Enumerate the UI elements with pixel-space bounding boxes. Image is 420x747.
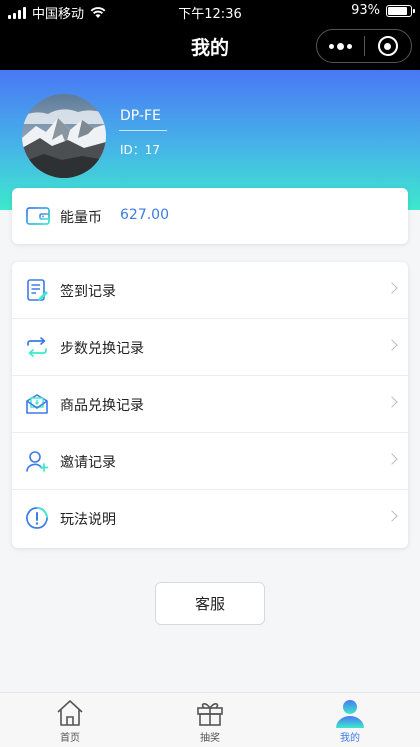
menu-item-invite-record[interactable]: 邀请记录 <box>12 433 408 490</box>
chevron-right-icon <box>386 510 398 522</box>
energy-coin-value: 627.00 <box>120 207 169 223</box>
wallet-icon <box>26 207 50 225</box>
tab-label: 我的 <box>340 733 360 744</box>
menu-item-label: 玩法说明 <box>60 512 116 528</box>
battery-percent: 93% <box>351 3 380 18</box>
close-miniprogram-button[interactable] <box>365 36 412 56</box>
menu-item-label: 步数兑换记录 <box>60 341 144 357</box>
tab-lottery[interactable]: 抽奖 <box>140 693 280 747</box>
battery-icon <box>386 4 415 17</box>
exchange-arrows-icon <box>27 337 47 357</box>
menu-item-goods-exchange-record[interactable]: 商品兑换记录 <box>12 376 408 433</box>
menu-item-label: 签到记录 <box>60 284 116 300</box>
status-right: 93% <box>351 3 415 18</box>
menu-item-checkin-record[interactable]: 签到记录 <box>12 262 408 319</box>
target-circle-icon <box>377 36 398 56</box>
username: DP-FE <box>120 108 161 124</box>
bottom-tab-bar: 首页 抽奖 我的 <box>0 692 420 747</box>
tab-home[interactable]: 首页 <box>0 693 140 747</box>
chevron-right-icon <box>386 282 398 294</box>
chevron-right-icon <box>386 453 398 465</box>
menu-card: 签到记录 步数兑换记录 商品兑换记录 邀请记录 玩法说明 <box>12 262 408 548</box>
menu-item-rules[interactable]: 玩法说明 <box>12 490 408 547</box>
menu-item-label: 邀请记录 <box>60 455 116 471</box>
checkin-record-icon <box>27 279 48 301</box>
status-bar: 中国移动 下午12:36 93% <box>0 0 420 22</box>
menu-item-step-exchange-record[interactable]: 步数兑换记录 <box>12 319 408 376</box>
menu-item-label: 商品兑换记录 <box>60 398 144 414</box>
chevron-right-icon <box>386 339 398 351</box>
nav-bar: 我的 <box>0 22 420 70</box>
energy-coin-card[interactable]: 能量币 627.00 <box>12 188 408 244</box>
more-menu-button[interactable] <box>317 42 364 50</box>
chevron-right-icon <box>386 396 398 408</box>
tab-profile[interactable]: 我的 <box>280 693 420 747</box>
miniprogram-capsule <box>316 29 412 63</box>
avatar-mountain-image <box>22 94 106 178</box>
mail-envelope-icon <box>26 394 48 414</box>
tab-label: 首页 <box>60 733 80 744</box>
profile-icon <box>336 700 364 728</box>
energy-coin-label: 能量币 <box>60 210 102 226</box>
tab-label: 抽奖 <box>200 733 220 744</box>
customer-service-button[interactable]: 客服 <box>155 582 265 625</box>
avatar[interactable] <box>22 94 106 178</box>
user-id: ID：17 <box>120 143 161 157</box>
home-icon <box>57 700 83 726</box>
info-exclamation-icon <box>26 507 48 529</box>
profile-divider <box>119 130 167 131</box>
add-user-icon <box>26 451 49 472</box>
gift-icon <box>197 703 223 726</box>
